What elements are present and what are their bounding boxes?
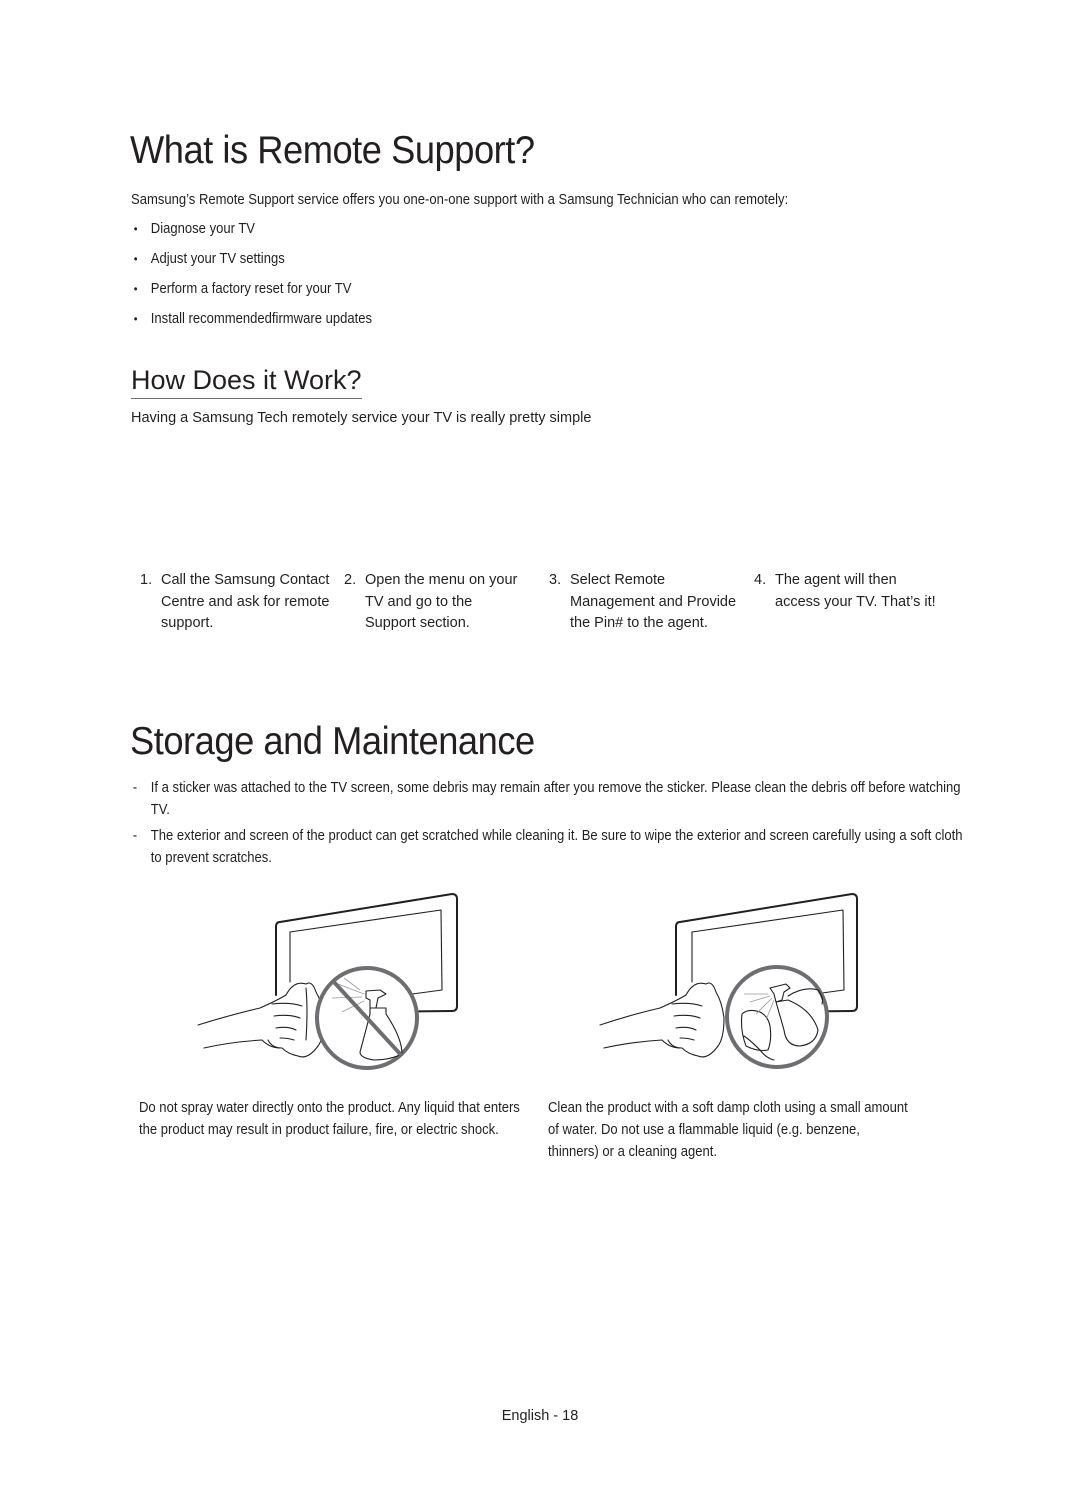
remote-support-section: What is Remote Support? xyxy=(130,131,565,170)
dash-icon: - xyxy=(132,780,138,796)
step-text: Select Remote Management and Provide the… xyxy=(570,572,737,631)
note-item: - If a sticker was attached to the TV scr… xyxy=(131,777,977,821)
arm xyxy=(599,994,687,1026)
how-it-works-intro: Having a Samsung Tech remotely service y… xyxy=(131,410,592,426)
bullet-icon: • xyxy=(133,252,138,266)
step-number: 2. xyxy=(344,572,357,588)
step-item: 4. The agent will then access your TV. T… xyxy=(754,570,939,613)
bullet-item: • Perform a factory reset for your TV xyxy=(133,281,352,297)
step-text: Call the Samsung Contact Centre and ask … xyxy=(161,572,330,631)
dash-icon: - xyxy=(132,828,138,844)
fingers xyxy=(271,1002,303,1041)
spray-cloth-icon xyxy=(599,893,858,1069)
remote-support-bullets: • Diagnose your TV • Adjust your TV settin… xyxy=(131,220,372,340)
caption-damp-cloth: Clean the product with a soft damp cloth… xyxy=(548,1100,908,1160)
step-number: 4. xyxy=(754,572,767,588)
storage-title: Storage and Maintenance xyxy=(130,720,535,763)
step-text: Open the menu on your TV and go to the S… xyxy=(365,572,518,631)
remote-support-title: What is Remote Support? xyxy=(130,129,535,172)
bullet-icon: • xyxy=(133,282,138,296)
step-item: 3. Select Remote Management and Provide … xyxy=(549,570,739,635)
how-it-works-heading-wrap: How Does it Work? xyxy=(131,367,362,399)
fingers xyxy=(671,1002,703,1041)
bullet-item: • Install recommendedfirmware updates xyxy=(133,311,373,327)
bullet-icon: • xyxy=(133,222,138,236)
bullet-item: • Diagnose your TV xyxy=(133,221,256,237)
caption-no-spray: Do not spray water directly onto the pro… xyxy=(139,1100,520,1138)
page-number: English - 18 xyxy=(501,1408,579,1424)
storage-section: Storage and Maintenance xyxy=(130,722,565,761)
storage-notes: - If a sticker was attached to the TV scr… xyxy=(131,777,1080,873)
step-number: 3. xyxy=(549,572,562,588)
step-item: 2. Open the menu on your TV and go to th… xyxy=(344,570,524,635)
note-item: - The exterior and screen of the product … xyxy=(131,825,977,869)
arm xyxy=(197,994,287,1026)
bullet-icon: • xyxy=(133,312,138,326)
step-number: 1. xyxy=(140,572,153,588)
remote-support-intro: Samsung’s Remote Support service offers … xyxy=(131,192,789,208)
bullet-item: • Adjust your TV settings xyxy=(133,251,285,267)
how-it-works-title: How Does it Work? xyxy=(131,367,362,399)
no-spray-icon xyxy=(197,893,458,1070)
step-item: 1. Call the Samsung Contact Centre and a… xyxy=(140,570,330,635)
step-text: The agent will then access your TV. That… xyxy=(775,572,936,610)
